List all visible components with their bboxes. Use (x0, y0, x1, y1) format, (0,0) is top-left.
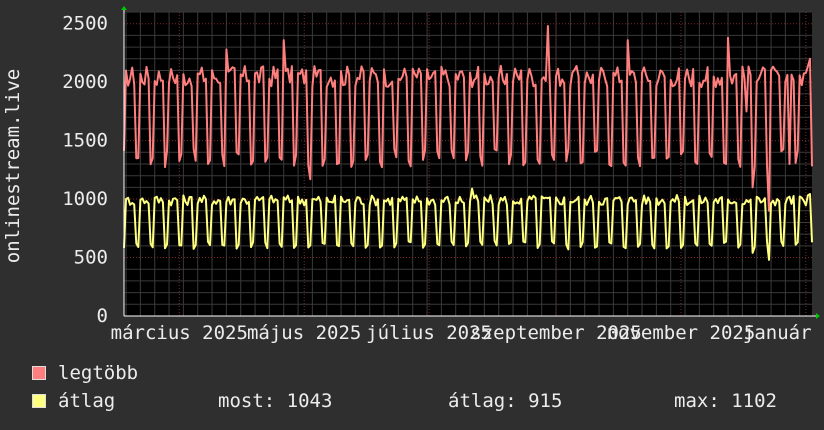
stat-average: átlag: 915 (448, 390, 562, 412)
y-tick-label: 500 (74, 247, 108, 269)
legend-item-atlag: átlag most: 1043 átlag: 915 max: 1102 (30, 390, 820, 414)
stat-max-label: max: (674, 390, 720, 412)
stat-max-value: 1102 (731, 390, 777, 412)
stat-now: most: 1043 (218, 390, 332, 412)
y-axis-arrow (121, 6, 127, 10)
stat-now-label: most: (218, 390, 276, 412)
y-tick-label: 1000 (62, 188, 108, 210)
y-tick-label: 2500 (62, 13, 108, 35)
stat-average-value: 915 (528, 390, 563, 412)
x-tick-label: január 2026 (743, 322, 824, 344)
x-tick-label: május 2025 (247, 322, 361, 344)
x-axis-arrow (816, 313, 820, 319)
y-tick-label: 0 (97, 305, 108, 327)
legend-swatch-atlag (32, 394, 46, 408)
stat-now-value: 1043 (286, 390, 333, 412)
x-tick-label: november 2025 (607, 322, 756, 344)
legend-label-legtobb: legtöbb (58, 362, 139, 384)
y-axis-label: onlinestream.live (2, 68, 24, 264)
stat-max: max: 1102 (674, 390, 777, 412)
stat-average-label: átlag: (448, 390, 517, 412)
y-axis-label-container: onlinestream.live (0, 50, 26, 282)
legend-item-legtobb: legtöbb (30, 362, 820, 386)
y-tick-label: 2000 (62, 71, 108, 93)
y-tick-label: 1500 (62, 130, 108, 152)
x-tick-label: március 2025 (111, 322, 248, 344)
legend-swatch-legtobb (32, 366, 46, 380)
legend-label-atlag: átlag (58, 390, 116, 412)
